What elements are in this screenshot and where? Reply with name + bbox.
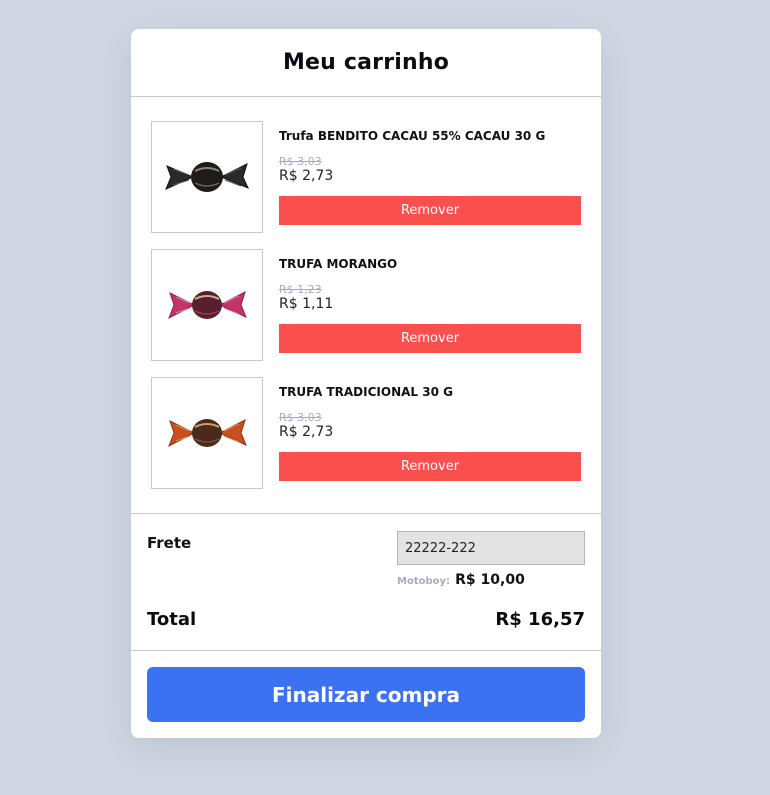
product-name: TRUFA TRADICIONAL 30 G xyxy=(279,385,453,399)
remove-item-button[interactable]: Remover xyxy=(279,196,581,225)
delivery-method: Motoboy: xyxy=(397,576,451,587)
cart-item: TRUFA MORANGO R$ 1,23 R$ 1,11 Remover xyxy=(151,249,581,361)
cart-panel: Meu carrinho Trufa BENDITO CACAU 55% CAC… xyxy=(131,29,601,738)
wrapped-truffle-dark-icon xyxy=(165,162,249,192)
shipping-section: Frete Motoboy: R$ 10,00 Total R$ 16,57 xyxy=(131,514,601,651)
delivery-option: Motoboy: R$ 10,00 xyxy=(397,569,525,588)
cart-item: Trufa BENDITO CACAU 55% CACAU 30 G R$ 3,… xyxy=(151,121,581,233)
product-image xyxy=(151,377,263,489)
cart-item: TRUFA TRADICIONAL 30 G R$ 3,03 R$ 2,73 R… xyxy=(151,377,581,489)
product-name: Trufa BENDITO CACAU 55% CACAU 30 G xyxy=(279,129,546,143)
product-price: R$ 2,73 xyxy=(279,168,334,184)
product-price: R$ 1,11 xyxy=(279,296,334,312)
cart-items-list: Trufa BENDITO CACAU 55% CACAU 30 G R$ 3,… xyxy=(131,97,601,514)
product-image xyxy=(151,249,263,361)
cart-header: Meu carrinho xyxy=(131,29,601,97)
shipping-label: Frete xyxy=(147,534,192,552)
product-image xyxy=(151,121,263,233)
remove-item-button[interactable]: Remover xyxy=(279,452,581,481)
product-price: R$ 2,73 xyxy=(279,424,334,440)
cep-input[interactable] xyxy=(397,531,585,565)
wrapped-truffle-orange-icon xyxy=(168,419,247,448)
wrapped-truffle-pink-icon xyxy=(168,291,247,320)
delivery-price: R$ 10,00 xyxy=(455,572,525,588)
product-name: TRUFA MORANGO xyxy=(279,257,398,271)
total-value: R$ 16,57 xyxy=(495,609,585,630)
remove-item-button[interactable]: Remover xyxy=(279,324,581,353)
checkout-button[interactable]: Finalizar compra xyxy=(147,667,585,722)
total-label: Total xyxy=(147,609,197,630)
cart-title: Meu carrinho xyxy=(282,50,450,75)
